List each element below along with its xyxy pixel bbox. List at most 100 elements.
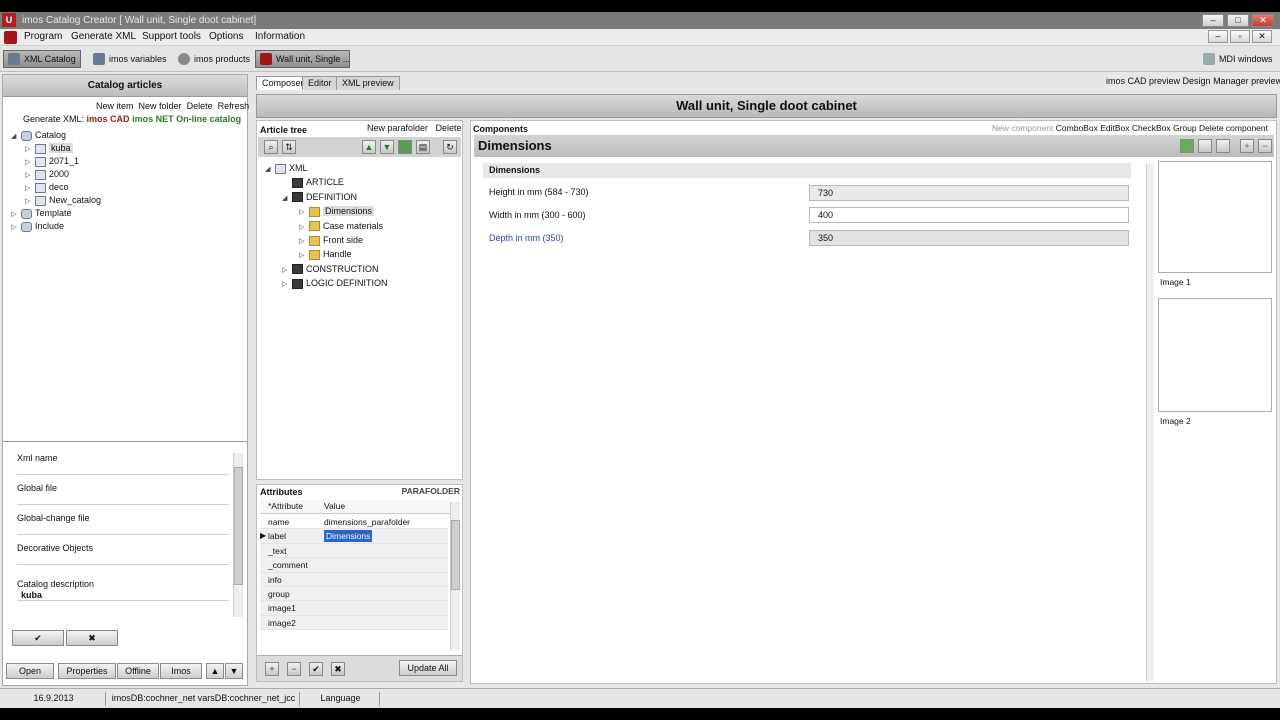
catalog-tree-item[interactable]: ◢ Catalog <box>11 129 241 142</box>
attribute-row[interactable]: info <box>260 572 448 587</box>
width-input[interactable]: 400 <box>809 207 1129 223</box>
imos-cad-preview-link[interactable]: imos CAD preview <box>1106 76 1180 86</box>
menu-options[interactable]: Options <box>209 31 243 42</box>
refresh-icon[interactable]: ↻ <box>443 140 457 154</box>
new-component-link[interactable]: New component <box>992 123 1053 133</box>
combobox-link[interactable]: ComboBox <box>1056 123 1098 133</box>
cancel-attribute-icon[interactable]: ✖ <box>331 662 345 676</box>
move-down-button[interactable]: ▼ <box>225 663 243 679</box>
catalog-tree-item[interactable]: ▷ Include <box>11 220 241 233</box>
expand-arrow-icon[interactable]: ◢ <box>265 163 275 177</box>
group-link[interactable]: Group <box>1173 123 1197 133</box>
editbox-link[interactable]: EditBox <box>1100 123 1129 133</box>
remove-attribute-icon[interactable]: − <box>287 662 301 676</box>
image-1-box[interactable] <box>1158 161 1272 273</box>
article-tree-node[interactable]: ◢ XML <box>265 161 460 175</box>
menu-support-tools[interactable]: Support tools <box>142 31 201 42</box>
new-parafolder-link[interactable]: New parafolder <box>367 123 428 133</box>
copy-icon[interactable] <box>398 140 412 154</box>
checkbox-link[interactable]: CheckBox <box>1132 123 1171 133</box>
settings-icon[interactable] <box>1198 139 1212 153</box>
tab-editor[interactable]: Editor <box>302 76 338 90</box>
article-tree-node[interactable]: ▷ Case materials <box>265 219 460 233</box>
doc-tab-wall-unit[interactable]: Wall unit, Single ... <box>255 50 350 68</box>
cancel-button[interactable]: ✖ <box>66 630 118 646</box>
attribute-value[interactable]: Dimensions <box>324 530 373 543</box>
paste-icon[interactable]: ▤ <box>416 140 430 154</box>
catalog-tree-item[interactable]: ▷ deco <box>11 181 241 194</box>
add-icon[interactable]: + <box>1240 139 1254 153</box>
catalog-tree-item[interactable]: ▷ kuba <box>11 142 241 155</box>
confirm-attribute-icon[interactable]: ✔ <box>309 662 323 676</box>
catalog-tree-item[interactable]: ▷ New_catalog <box>11 194 241 207</box>
delete-link[interactable]: Delete <box>187 101 213 111</box>
expand-icon[interactable]: ⇅ <box>282 140 296 154</box>
remove-icon[interactable]: − <box>1258 139 1272 153</box>
expand-arrow-icon[interactable]: ◢ <box>11 130 21 143</box>
props-scrollbar[interactable] <box>233 453 243 617</box>
article-tree-node[interactable]: ARTICLE <box>265 175 460 189</box>
view-icon[interactable] <box>1216 139 1230 153</box>
attribute-row[interactable]: _text <box>260 543 448 559</box>
article-tree-node[interactable]: ▷ CONSTRUCTION <box>265 262 460 276</box>
xml-name-field[interactable] <box>17 463 229 475</box>
catalog-tree-item[interactable]: ▷ 2000 <box>11 168 241 181</box>
catalog-tree-item[interactable]: ▷ 2071_1 <box>11 155 241 168</box>
article-tree-node[interactable]: ▷ Dimensions <box>265 204 460 218</box>
generate-online-catalog-link[interactable]: On-line catalog <box>176 114 241 124</box>
attribute-row[interactable]: image2 <box>260 615 448 631</box>
props-scrollbar-thumb[interactable] <box>234 467 243 585</box>
attribute-value[interactable]: dimensions_parafolder <box>324 515 410 529</box>
minimize-button[interactable]: – <box>1202 14 1224 27</box>
imos-variables-button[interactable]: imos variables <box>88 50 174 68</box>
mdi-windows-button[interactable]: MDI windows <box>1198 50 1280 68</box>
design-manager-preview-link[interactable]: Design Manager preview <box>1183 76 1280 86</box>
delete-component-link[interactable]: Delete component <box>1199 123 1268 133</box>
menu-program[interactable]: Program <box>24 31 62 42</box>
height-input[interactable]: 730 <box>809 185 1129 201</box>
close-button[interactable]: ✕ <box>1252 14 1274 27</box>
lock-icon[interactable] <box>1180 139 1194 153</box>
mdi-restore-button[interactable]: ▫ <box>1230 30 1250 43</box>
ok-button[interactable]: ✔ <box>12 630 64 646</box>
attributes-scrollbar[interactable] <box>450 502 460 650</box>
expand-arrow-icon[interactable]: ▷ <box>282 278 292 292</box>
mdi-minimize-button[interactable]: – <box>1208 30 1228 43</box>
article-tree-node[interactable]: ▷ LOGIC DEFINITION <box>265 276 460 290</box>
global-file-field[interactable] <box>17 493 229 505</box>
add-attribute-icon[interactable]: + <box>265 662 279 676</box>
maximize-button[interactable]: □ <box>1227 14 1249 27</box>
image-2-box[interactable] <box>1158 298 1272 412</box>
attribute-row[interactable]: ▶ label Dimensions <box>260 529 448 544</box>
search-icon[interactable]: ⌕ <box>264 140 278 154</box>
new-item-link[interactable]: New item <box>96 101 134 111</box>
attribute-row[interactable]: name dimensions_parafolder <box>260 515 448 530</box>
program-icon[interactable] <box>4 31 17 44</box>
imos-button[interactable]: Imos <box>160 663 202 679</box>
offline-button[interactable]: Offline <box>117 663 159 679</box>
catalog-description-field[interactable]: kuba <box>17 589 229 601</box>
properties-button[interactable]: Properties <box>58 663 116 679</box>
menu-information[interactable]: Information <box>255 31 305 42</box>
menu-generate-xml[interactable]: Generate XML <box>71 31 136 42</box>
attribute-row[interactable]: image1 <box>260 601 448 616</box>
components-scrollbar[interactable] <box>1146 163 1154 681</box>
move-up-button[interactable]: ▲ <box>206 663 224 679</box>
attribute-row[interactable]: _comment <box>260 558 448 573</box>
generate-imos-net-link[interactable]: imos NET <box>132 114 174 124</box>
refresh-link[interactable]: Refresh <box>218 101 250 111</box>
delete-node-link[interactable]: Delete <box>436 123 462 133</box>
generate-imos-cad-link[interactable]: imos CAD <box>87 114 130 124</box>
article-tree-node[interactable]: ◢ DEFINITION <box>265 190 460 204</box>
attribute-row[interactable]: group <box>260 586 448 602</box>
update-all-button[interactable]: Update All <box>399 660 457 676</box>
catalog-tree-item[interactable]: ▷ Template <box>11 207 241 220</box>
global-change-file-field[interactable] <box>17 523 229 535</box>
expand-arrow-icon[interactable]: ▷ <box>11 221 21 234</box>
tab-xml-preview[interactable]: XML preview <box>336 76 400 90</box>
arrow-up-icon[interactable]: ▲ <box>362 140 376 154</box>
depth-input[interactable]: 350 <box>809 230 1129 246</box>
open-button[interactable]: Open <box>6 663 54 679</box>
article-tree-node[interactable]: ▷ Front side <box>265 233 460 247</box>
expand-arrow-icon[interactable]: ◢ <box>282 192 292 206</box>
